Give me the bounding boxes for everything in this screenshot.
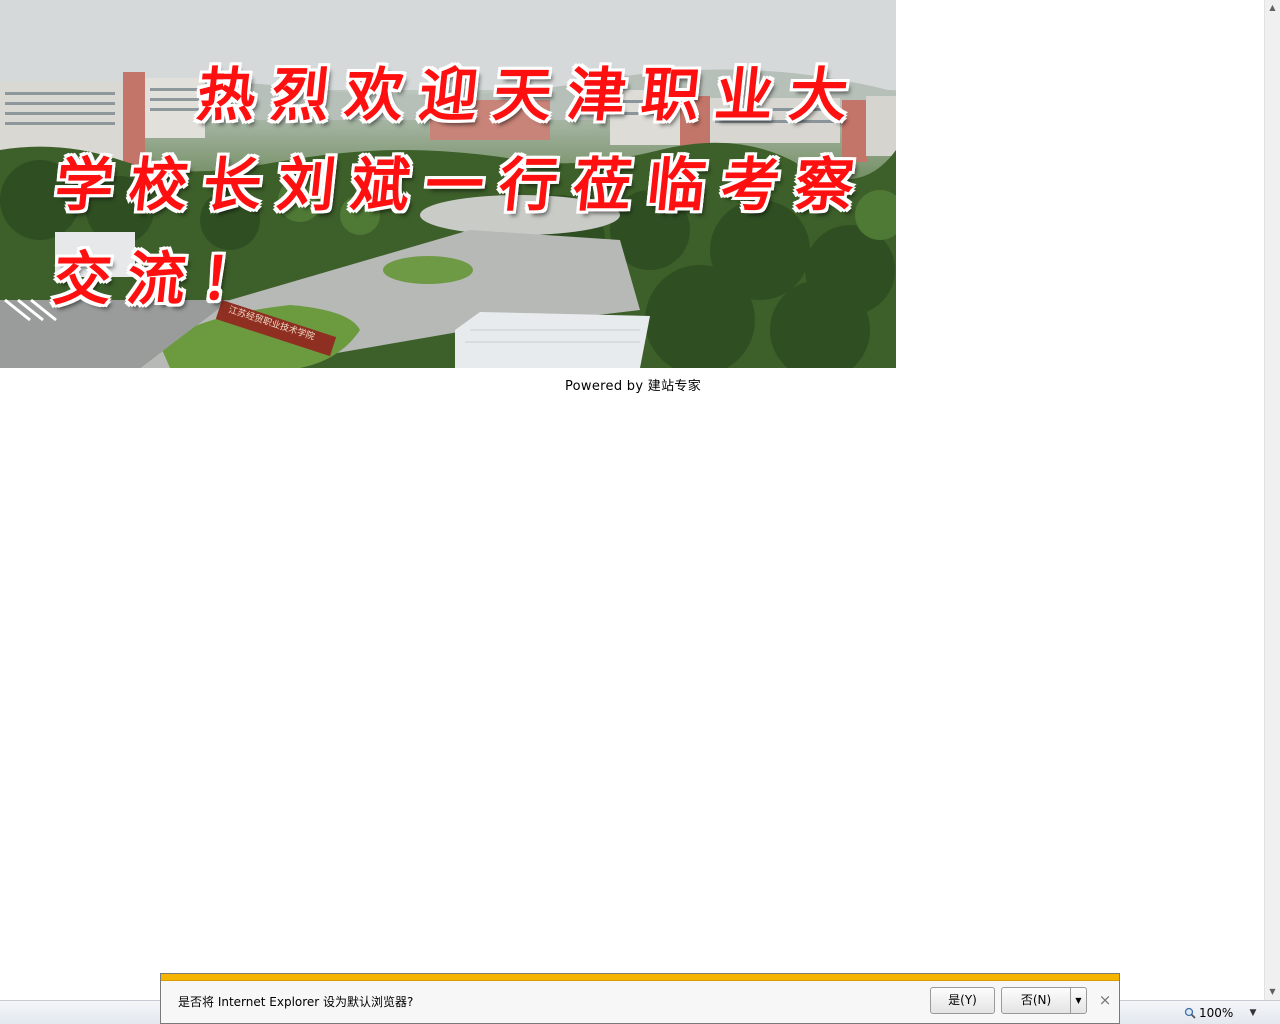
notification-message: 是否将 Internet Explorer 设为默认浏览器? (178, 995, 414, 1009)
no-button[interactable]: 否(N) (1001, 987, 1071, 1014)
banner-line-3: 交流！ (49, 245, 280, 313)
banner-line-2: 学校长刘斌一行莅临考察 (51, 151, 874, 219)
yes-button[interactable]: 是(Y) (930, 987, 995, 1014)
scroll-down-arrow-icon[interactable]: ▼ (1265, 984, 1280, 1000)
powered-by-footer: Powered by 建站专家 (565, 375, 701, 394)
magnifier-icon (1184, 1007, 1196, 1019)
banner-headline: 热烈欢迎天津职业大 学校长刘斌一行莅临考察 交流！ (0, 0, 896, 368)
browser-viewport: 江苏经贸职业技术学院 热烈欢迎天津职业大 学校长刘斌一行莅临考察 交流！ Pow… (0, 0, 1264, 1000)
no-options-dropdown-icon[interactable]: ▼ (1070, 987, 1087, 1014)
welcome-banner-image: 江苏经贸职业技术学院 热烈欢迎天津职业大 学校长刘斌一行莅临考察 交流！ (0, 0, 896, 368)
vertical-scrollbar[interactable]: ▲ ▼ (1264, 0, 1280, 1000)
zoom-level: 100% (1199, 1006, 1234, 1020)
close-icon[interactable]: × (1097, 992, 1113, 1008)
default-browser-notification: 是否将 Internet Explorer 设为默认浏览器? 是(Y) 否(N)… (160, 973, 1120, 1024)
powered-by-link[interactable]: 建站专家 (648, 379, 701, 394)
banner-line-1: 热烈欢迎天津职业大 (193, 61, 868, 129)
notification-stripe (161, 974, 1119, 981)
powered-by-label: Powered by (565, 379, 644, 394)
zoom-dropdown-icon[interactable]: ▼ (1247, 1005, 1259, 1021)
scroll-up-arrow-icon[interactable]: ▲ (1265, 0, 1280, 16)
zoom-control[interactable]: 100% (1184, 1005, 1233, 1021)
